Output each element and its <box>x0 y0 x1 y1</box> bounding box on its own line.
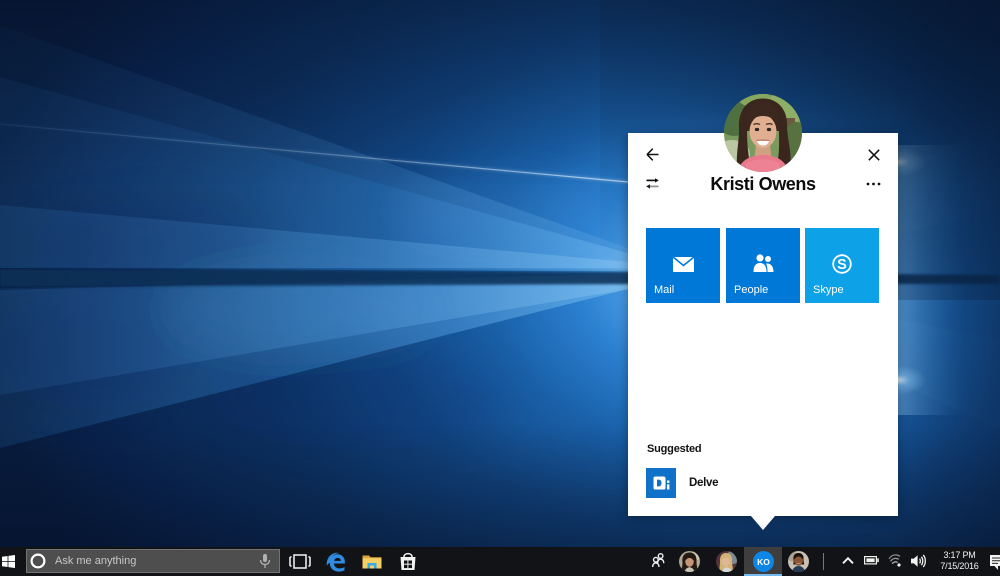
svg-text:KO: KO <box>757 557 770 567</box>
svg-text:S: S <box>837 257 847 273</box>
